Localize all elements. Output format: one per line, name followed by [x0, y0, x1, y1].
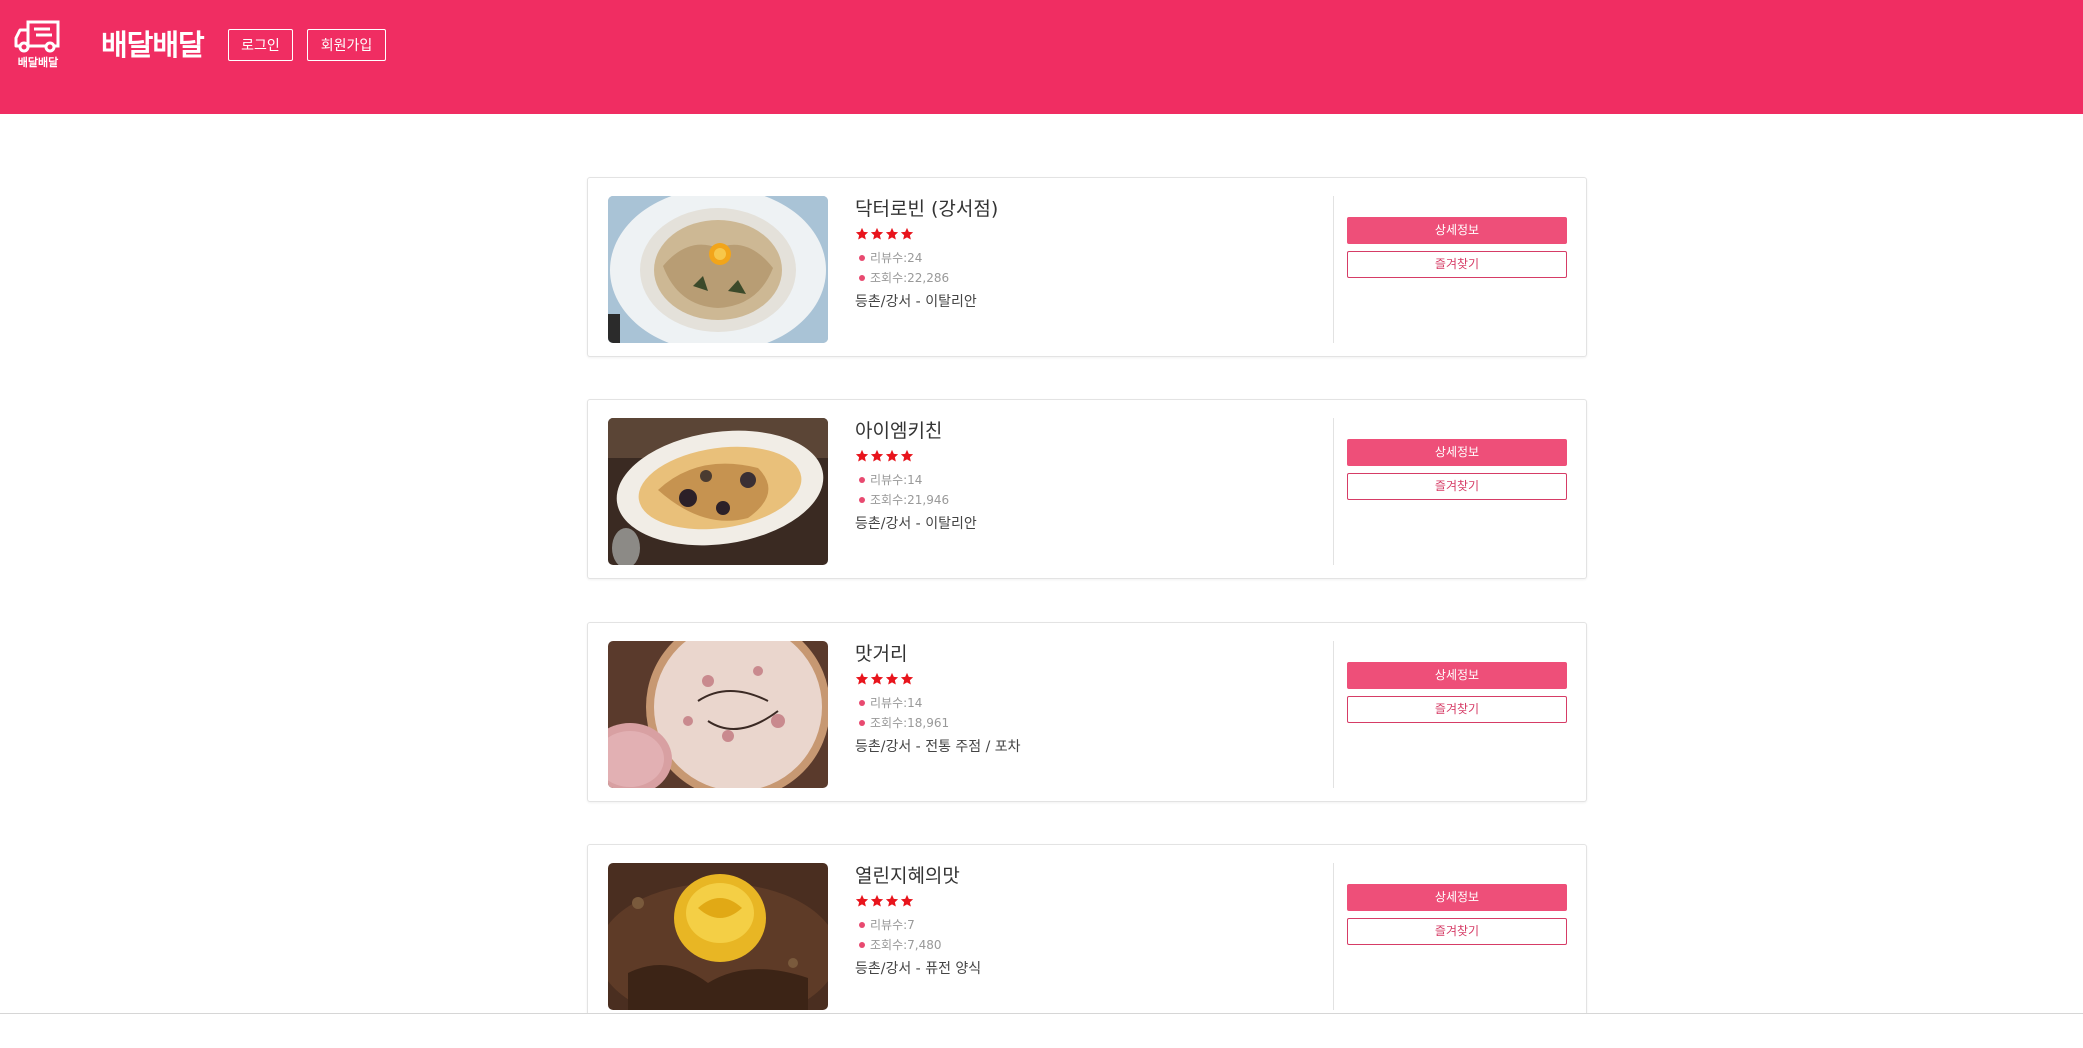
food-photo[interactable]: [608, 196, 828, 343]
divider: [1333, 863, 1334, 1010]
food-photo[interactable]: [608, 641, 828, 788]
star-icon: [855, 672, 869, 685]
star-icon: [900, 449, 914, 462]
review-count-text: 리뷰수:24: [870, 251, 923, 265]
restaurant-name[interactable]: 아이엠키친: [855, 416, 942, 443]
favorite-button[interactable]: 즐겨찾기: [1347, 251, 1567, 278]
rating-stars: [855, 893, 915, 910]
signup-button[interactable]: 회원가입: [307, 29, 386, 61]
rating-stars: [855, 226, 915, 243]
star-icon: [885, 672, 899, 685]
view-count-text: 조회수:18,961: [870, 716, 950, 730]
favorite-button[interactable]: 즐겨찾기: [1347, 918, 1567, 945]
divider: [1333, 196, 1334, 343]
favorite-button[interactable]: 즐겨찾기: [1347, 473, 1567, 500]
food-photo[interactable]: [608, 863, 828, 1010]
star-icon: [855, 894, 869, 907]
star-icon: [870, 672, 884, 685]
footer: [0, 1014, 2083, 1048]
restaurant-name[interactable]: 닥터로빈 (강서점): [855, 194, 998, 221]
view-count: 조회수:21,946: [859, 491, 949, 508]
restaurant-location: 등촌/강서 - 이탈리안: [855, 516, 977, 532]
star-icon: [855, 449, 869, 462]
star-icon: [855, 227, 869, 240]
restaurant-card: 맛거리 리뷰수:14 조회수:18,961 등촌/강서 - 전통 주점 / 포차…: [587, 622, 1587, 802]
header: 배달배달 배달배달 로그인 회원가입: [0, 0, 2083, 114]
divider: [1333, 641, 1334, 788]
detail-button[interactable]: 상세정보: [1347, 884, 1567, 911]
bullet-icon: [859, 496, 865, 503]
rating-stars: [855, 671, 915, 688]
bullet-icon: [859, 254, 865, 261]
star-icon: [870, 227, 884, 240]
view-count: 조회수:18,961: [859, 714, 949, 731]
star-icon: [885, 449, 899, 462]
restaurant-card: 닥터로빈 (강서점) 리뷰수:24 조회수:22,286 등촌/강서 - 이탈리…: [587, 177, 1587, 357]
star-icon: [885, 227, 899, 240]
logo-text: 배달배달: [17, 56, 59, 69]
divider: [1333, 418, 1334, 565]
bullet-icon: [859, 719, 865, 726]
star-icon: [900, 227, 914, 240]
review-count-text: 리뷰수:7: [870, 918, 915, 932]
star-icon: [870, 894, 884, 907]
bullet-icon: [859, 921, 865, 928]
bullet-icon: [859, 941, 865, 948]
restaurant-location: 등촌/강서 - 전통 주점 / 포차: [855, 739, 1021, 755]
restaurant-card: 열린지혜의맛 리뷰수:7 조회수:7,480 등촌/강서 - 퓨전 양식 상세정…: [587, 844, 1587, 1024]
view-count-text: 조회수:21,946: [870, 493, 950, 507]
detail-button[interactable]: 상세정보: [1347, 662, 1567, 689]
bullet-icon: [859, 476, 865, 483]
restaurant-location: 등촌/강서 - 이탈리안: [855, 294, 977, 310]
brand-title[interactable]: 배달배달: [101, 22, 205, 64]
restaurant-name[interactable]: 열린지혜의맛: [855, 861, 960, 888]
bullet-icon: [859, 274, 865, 281]
restaurant-name[interactable]: 맛거리: [855, 639, 907, 666]
view-count-text: 조회수:7,480: [870, 938, 942, 952]
detail-button[interactable]: 상세정보: [1347, 217, 1567, 244]
view-count: 조회수:7,480: [859, 936, 942, 953]
restaurant-location: 등촌/강서 - 퓨전 양식: [855, 961, 982, 977]
star-icon: [900, 894, 914, 907]
view-count: 조회수:22,286: [859, 269, 949, 286]
star-icon: [900, 672, 914, 685]
review-count: 리뷰수:14: [859, 694, 922, 711]
delivery-truck-icon: [14, 20, 60, 53]
rating-stars: [855, 448, 915, 465]
star-icon: [885, 894, 899, 907]
review-count: 리뷰수:14: [859, 471, 922, 488]
star-icon: [870, 449, 884, 462]
food-photo[interactable]: [608, 418, 828, 565]
review-count: 리뷰수:7: [859, 916, 915, 933]
review-count-text: 리뷰수:14: [870, 473, 923, 487]
favorite-button[interactable]: 즐겨찾기: [1347, 696, 1567, 723]
logo[interactable]: 배달배달: [12, 18, 64, 72]
review-count: 리뷰수:24: [859, 249, 922, 266]
bullet-icon: [859, 699, 865, 706]
view-count-text: 조회수:22,286: [870, 271, 950, 285]
restaurant-card: 아이엠키친 리뷰수:14 조회수:21,946 등촌/강서 - 이탈리안 상세정…: [587, 399, 1587, 579]
review-count-text: 리뷰수:14: [870, 696, 923, 710]
login-button[interactable]: 로그인: [228, 29, 293, 61]
detail-button[interactable]: 상세정보: [1347, 439, 1567, 466]
